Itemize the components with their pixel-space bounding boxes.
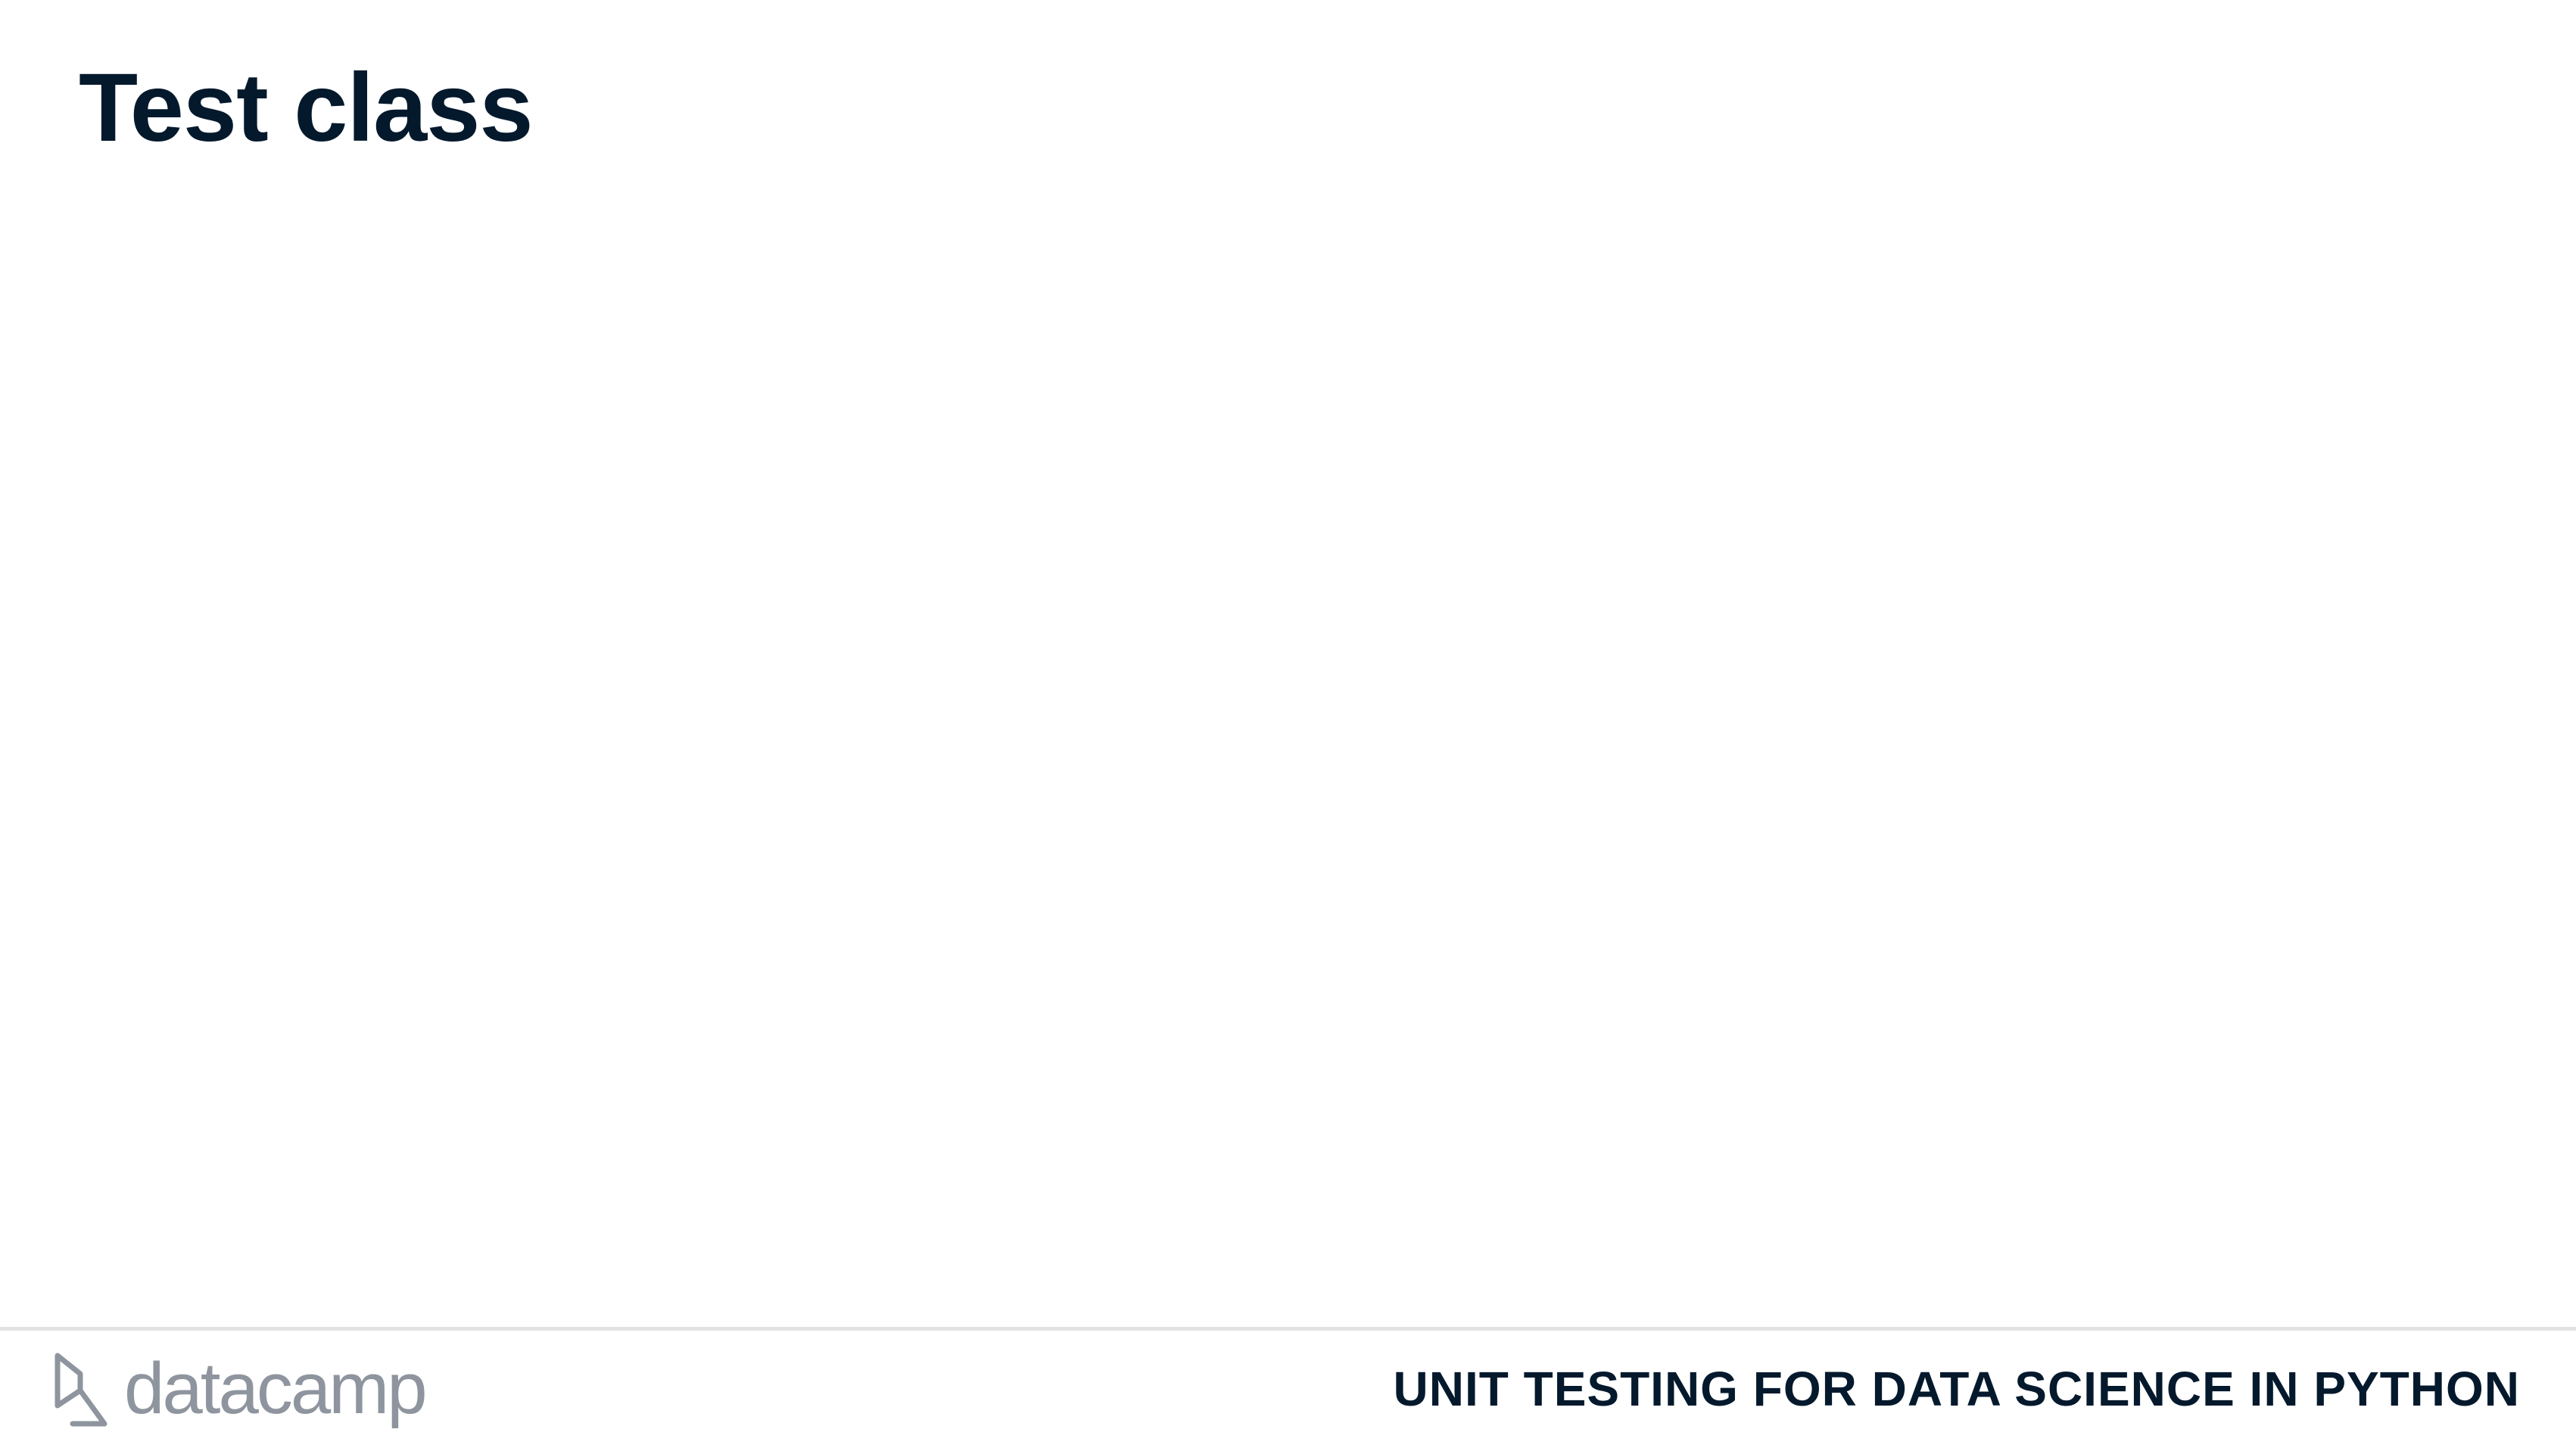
slide-title: Test class (79, 54, 534, 162)
course-name: UNIT TESTING FOR DATA SCIENCE IN PYTHON (1393, 1362, 2520, 1416)
slide-content-area (79, 197, 2497, 1317)
datacamp-logo-icon (51, 1351, 109, 1427)
datacamp-logo-text: datacamp (124, 1348, 428, 1429)
footer-divider (0, 1327, 2576, 1331)
datacamp-logo: datacamp (51, 1348, 428, 1429)
